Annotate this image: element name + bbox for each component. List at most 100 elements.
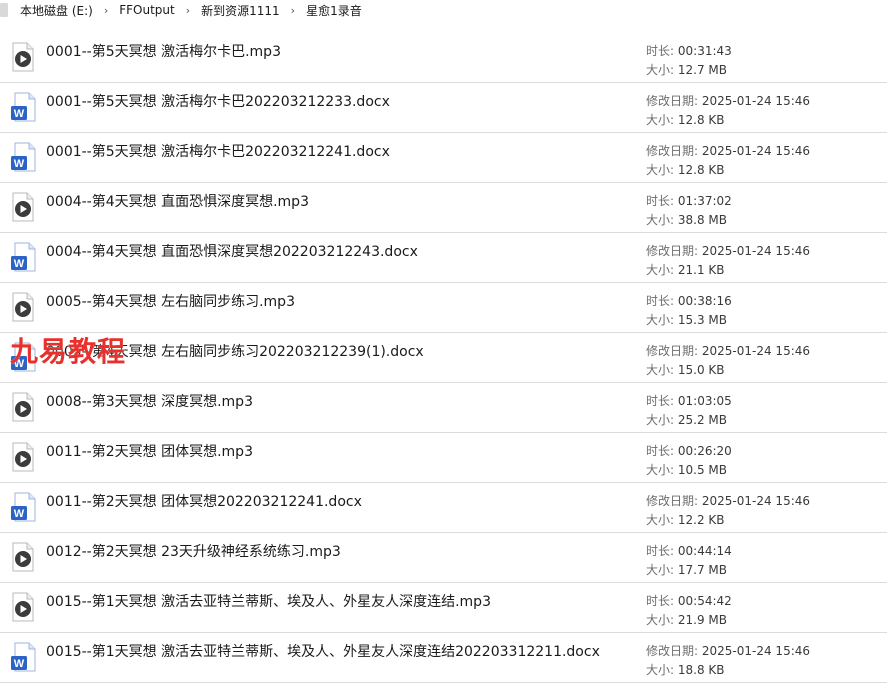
file-meta-line-2: 大小: 38.8 MB bbox=[646, 211, 732, 230]
word-document-icon: W bbox=[10, 242, 36, 272]
size-value: 12.2 KB bbox=[677, 513, 725, 527]
file-meta: 时长: 00:44:14 大小: 17.7 MB bbox=[646, 542, 732, 580]
file-name[interactable]: 0001--第5天冥想 激活梅尔卡巴202203212233.docx bbox=[46, 91, 390, 111]
file-meta: 时长: 00:38:16 大小: 15.3 MB bbox=[646, 292, 732, 330]
meta-value: 00:54:42 bbox=[677, 594, 732, 608]
breadcrumb-separator-icon[interactable]: › bbox=[104, 4, 108, 17]
size-value: 38.8 MB bbox=[677, 213, 727, 227]
file-meta: 修改日期: 2025-01-24 15:46 大小: 12.8 KB bbox=[646, 92, 810, 130]
file-meta: 修改日期: 2025-01-24 15:46 大小: 21.1 KB bbox=[646, 242, 810, 280]
file-name[interactable]: 0011--第2天冥想 团体冥想202203212241.docx bbox=[46, 491, 362, 511]
size-value: 17.7 MB bbox=[677, 563, 727, 577]
file-name[interactable]: 0004--第4天冥想 直面恐惧深度冥想202203212243.docx bbox=[46, 241, 418, 261]
file-row[interactable]: 0015--第1天冥想 激活去亚特兰蒂斯、埃及人、外星友人深度连结.mp3 时长:… bbox=[0, 583, 887, 633]
meta-label: 时长: bbox=[646, 544, 675, 558]
file-meta: 修改日期: 2025-01-24 15:46 大小: 12.8 KB bbox=[646, 142, 810, 180]
size-value: 10.5 MB bbox=[677, 463, 727, 477]
breadcrumb-separator-icon[interactable]: › bbox=[186, 4, 190, 17]
size-value: 21.1 KB bbox=[677, 263, 725, 277]
size-value: 12.7 MB bbox=[677, 63, 727, 77]
file-name[interactable]: 0005--第4天冥想 左右脑同步练习.mp3 bbox=[46, 291, 295, 311]
meta-value: 2025-01-24 15:46 bbox=[701, 244, 811, 258]
file-name[interactable]: 0004--第4天冥想 直面恐惧深度冥想.mp3 bbox=[46, 191, 309, 211]
file-meta-line-2: 大小: 18.8 KB bbox=[646, 661, 810, 680]
size-label: 大小: bbox=[646, 213, 675, 227]
meta-label: 时长: bbox=[646, 594, 675, 608]
breadcrumb-item-drive[interactable]: 本地磁盘 (E:) bbox=[18, 2, 95, 19]
file-row[interactable]: W 0001--第5天冥想 激活梅尔卡巴202203212241.docx 修改日… bbox=[0, 133, 887, 183]
file-row[interactable]: 0004--第4天冥想 直面恐惧深度冥想.mp3 时长: 01:37:02 大小: … bbox=[0, 183, 887, 233]
breadcrumb-item-ffoutput[interactable]: FFOutput bbox=[117, 3, 177, 17]
size-label: 大小: bbox=[646, 563, 675, 577]
file-meta-line-1: 时长: 01:37:02 bbox=[646, 192, 732, 211]
file-meta: 修改日期: 2025-01-24 15:46 大小: 18.8 KB bbox=[646, 642, 810, 680]
word-document-icon: W bbox=[10, 92, 36, 122]
file-meta-line-1: 时长: 00:26:20 bbox=[646, 442, 732, 461]
meta-value: 00:44:14 bbox=[677, 544, 732, 558]
watermark-logo: 九易教程 bbox=[10, 335, 127, 368]
file-name[interactable]: 0001--第5天冥想 激活梅尔卡巴202203212241.docx bbox=[46, 141, 390, 161]
svg-text:W: W bbox=[14, 258, 25, 270]
size-label: 大小: bbox=[646, 613, 675, 627]
file-name[interactable]: 0012--第2天冥想 23天升级神经系统练习.mp3 bbox=[46, 541, 341, 561]
file-name[interactable]: 0015--第1天冥想 激活去亚特兰蒂斯、埃及人、外星友人深度连结.mp3 bbox=[46, 591, 491, 611]
size-label: 大小: bbox=[646, 663, 675, 677]
file-row[interactable]: W 0001--第5天冥想 激活梅尔卡巴202203212233.docx 修改日… bbox=[0, 83, 887, 133]
file-meta-line-2: 大小: 17.7 MB bbox=[646, 561, 732, 580]
meta-value: 2025-01-24 15:46 bbox=[701, 494, 811, 508]
meta-value: 00:38:16 bbox=[677, 294, 732, 308]
file-meta-line-1: 时长: 00:54:42 bbox=[646, 592, 732, 611]
size-label: 大小: bbox=[646, 63, 675, 77]
breadcrumb-item-current-folder[interactable]: 星愈1录音 bbox=[304, 2, 364, 19]
file-meta: 时长: 00:54:42 大小: 21.9 MB bbox=[646, 592, 732, 630]
meta-value: 01:37:02 bbox=[677, 194, 732, 208]
audio-file-icon bbox=[10, 542, 36, 572]
file-list: 0001--第5天冥想 激活梅尔卡巴.mp3 时长: 00:31:43 大小: 12… bbox=[0, 33, 887, 683]
meta-value: 2025-01-24 15:46 bbox=[701, 144, 811, 158]
file-name[interactable]: 0011--第2天冥想 团体冥想.mp3 bbox=[46, 441, 253, 461]
meta-label: 时长: bbox=[646, 394, 675, 408]
meta-label: 修改日期: bbox=[646, 494, 699, 508]
file-row[interactable]: 0005--第4天冥想 左右脑同步练习.mp3 时长: 00:38:16 大小: 1… bbox=[0, 283, 887, 333]
breadcrumb-separator-icon[interactable]: › bbox=[291, 4, 295, 17]
breadcrumb-item-new-resources[interactable]: 新到资源1111 bbox=[199, 2, 282, 19]
audio-file-icon bbox=[10, 392, 36, 422]
file-meta-line-1: 修改日期: 2025-01-24 15:46 bbox=[646, 242, 810, 261]
file-name[interactable]: 0015--第1天冥想 激活去亚特兰蒂斯、埃及人、外星友人深度连结2022033… bbox=[46, 641, 600, 661]
file-meta-line-1: 时长: 00:44:14 bbox=[646, 542, 732, 561]
folder-nav-icon[interactable] bbox=[0, 3, 8, 17]
meta-label: 时长: bbox=[646, 294, 675, 308]
size-label: 大小: bbox=[646, 163, 675, 177]
file-meta-line-2: 大小: 15.3 MB bbox=[646, 311, 732, 330]
file-row[interactable]: 0012--第2天冥想 23天升级神经系统练习.mp3 时长: 00:44:14 大… bbox=[0, 533, 887, 583]
file-meta: 时长: 00:31:43 大小: 12.7 MB bbox=[646, 42, 732, 80]
size-label: 大小: bbox=[646, 313, 675, 327]
word-document-icon: W bbox=[10, 492, 36, 522]
file-row[interactable]: 0001--第5天冥想 激活梅尔卡巴.mp3 时长: 00:31:43 大小: 12… bbox=[0, 33, 887, 83]
size-value: 18.8 KB bbox=[677, 663, 725, 677]
meta-label: 修改日期: bbox=[646, 644, 699, 658]
file-row[interactable]: 0011--第2天冥想 团体冥想.mp3 时长: 00:26:20 大小: 10.5… bbox=[0, 433, 887, 483]
meta-label: 修改日期: bbox=[646, 94, 699, 108]
svg-text:W: W bbox=[14, 108, 25, 120]
file-row[interactable]: W 0011--第2天冥想 团体冥想202203212241.docx 修改日期:… bbox=[0, 483, 887, 533]
file-name[interactable]: 0001--第5天冥想 激活梅尔卡巴.mp3 bbox=[46, 41, 281, 61]
file-meta-line-2: 大小: 25.2 MB bbox=[646, 411, 732, 430]
meta-value: 00:31:43 bbox=[677, 44, 732, 58]
file-row[interactable]: W 0015--第1天冥想 激活去亚特兰蒂斯、埃及人、外星友人深度连结20220… bbox=[0, 633, 887, 683]
file-row[interactable]: 0008--第3天冥想 深度冥想.mp3 时长: 01:03:05 大小: 25.2… bbox=[0, 383, 887, 433]
size-value: 25.2 MB bbox=[677, 413, 727, 427]
meta-value: 2025-01-24 15:46 bbox=[701, 94, 811, 108]
audio-file-icon bbox=[10, 292, 36, 322]
file-meta: 修改日期: 2025-01-24 15:46 大小: 12.2 KB bbox=[646, 492, 810, 530]
file-meta: 修改日期: 2025-01-24 15:46 大小: 15.0 KB bbox=[646, 342, 810, 380]
file-row[interactable]: W 0005--第4天冥想 左右脑同步练习202203212239(1).doc… bbox=[0, 333, 887, 383]
meta-label: 修改日期: bbox=[646, 244, 699, 258]
audio-file-icon bbox=[10, 592, 36, 622]
file-row[interactable]: W 0004--第4天冥想 直面恐惧深度冥想202203212243.docx 修… bbox=[0, 233, 887, 283]
meta-label: 修改日期: bbox=[646, 344, 699, 358]
meta-label: 修改日期: bbox=[646, 144, 699, 158]
file-name[interactable]: 0008--第3天冥想 深度冥想.mp3 bbox=[46, 391, 253, 411]
file-meta-line-2: 大小: 12.2 KB bbox=[646, 511, 810, 530]
svg-text:W: W bbox=[14, 658, 25, 670]
